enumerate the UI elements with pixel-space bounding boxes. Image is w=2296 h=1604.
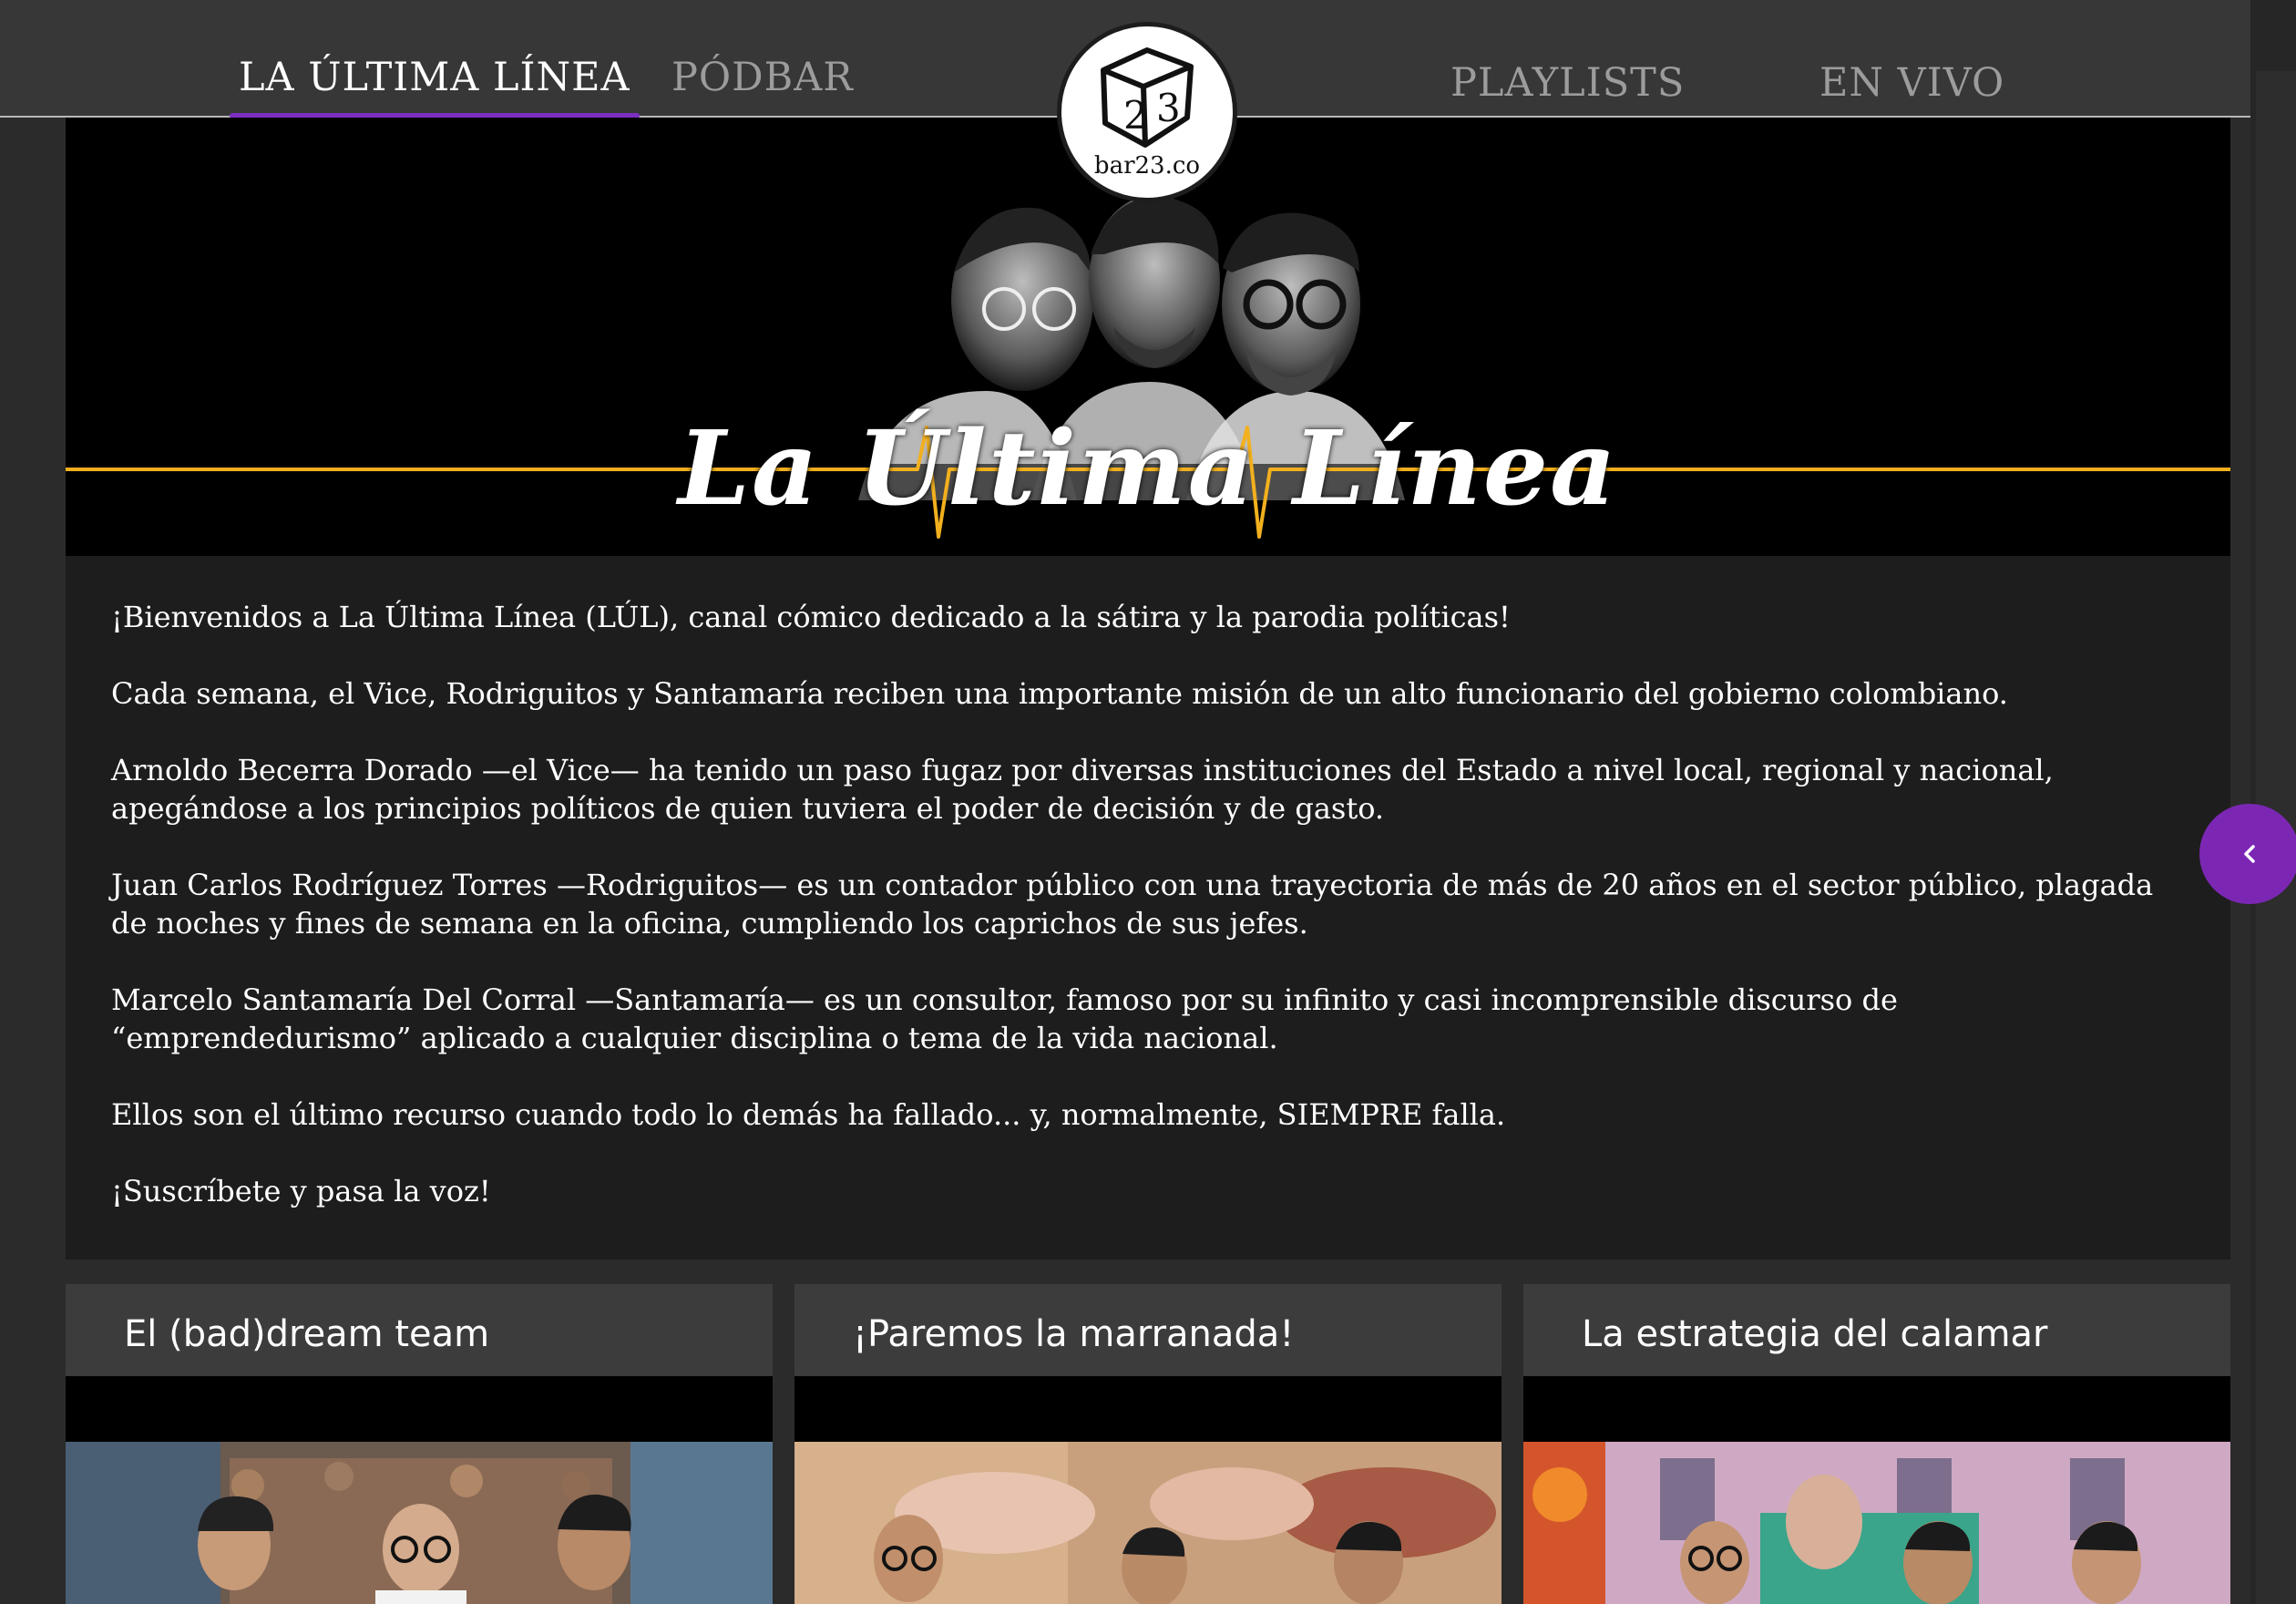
card-title[interactable]: ¡Paremos la marranada! [853, 1313, 1294, 1355]
description-paragraph: ¡Suscríbete y pasa la voz! [111, 1174, 491, 1208]
nav-tab-podbar[interactable]: PÓDBAR [671, 55, 854, 100]
site-logo[interactable]: 2 3 bar23.co [1057, 22, 1237, 202]
description-paragraph: ¡Bienvenidos a La Última Línea (LÚL), ca… [111, 600, 1511, 634]
thumbnail-image [794, 1442, 1502, 1604]
description-paragraph: Cada semana, el Vice, Rodriguitos y Sant… [111, 676, 2008, 711]
logo-text: bar23.co [1093, 152, 1201, 180]
nav-tab-playlists[interactable]: PLAYLISTS [1450, 60, 1685, 106]
playlist-card[interactable]: La estrategia del calamar [1523, 1284, 2230, 1604]
nav-tab-en-vivo[interactable]: EN VIVO [1819, 60, 2004, 106]
description-paragraph: Arnoldo Becerra Dorado —el Vice— ha teni… [111, 753, 2054, 826]
cube-logo-icon: 2 3 [1101, 47, 1194, 148]
card-thumbnail[interactable] [66, 1376, 773, 1604]
hero-title: La Última Línea [678, 409, 1618, 529]
nav-tab-la-ultima-linea[interactable]: LA ÚLTIMA LÍNEA [230, 55, 640, 118]
description-paragraph: Ellos son el último recurso cuando todo … [111, 1097, 1506, 1132]
description-paragraph: Marcelo Santamaría Del Corral —Santamarí… [111, 982, 1898, 1055]
thumbnail-image [1523, 1442, 2230, 1604]
card-thumbnail[interactable] [794, 1376, 1502, 1604]
chevron-left-icon [2244, 845, 2255, 863]
channel-description: ¡Bienvenidos a La Última Línea (LÚL), ca… [66, 556, 2230, 1260]
svg-text:3: 3 [1156, 86, 1181, 130]
thumbnail-image [66, 1442, 773, 1604]
playlist-card[interactable]: ¡Paremos la marranada! [794, 1284, 1502, 1604]
playlist-card[interactable]: El (bad)dream team [66, 1284, 773, 1604]
card-title[interactable]: La estrategia del calamar [1582, 1313, 2048, 1355]
card-thumbnail[interactable] [1523, 1376, 2230, 1604]
card-title[interactable]: El (bad)dream team [124, 1313, 489, 1355]
svg-text:2: 2 [1123, 93, 1148, 138]
sidebar-toggle-button[interactable] [2199, 804, 2296, 904]
description-paragraph: Juan Carlos Rodríguez Torres —Rodriguito… [111, 868, 2154, 941]
